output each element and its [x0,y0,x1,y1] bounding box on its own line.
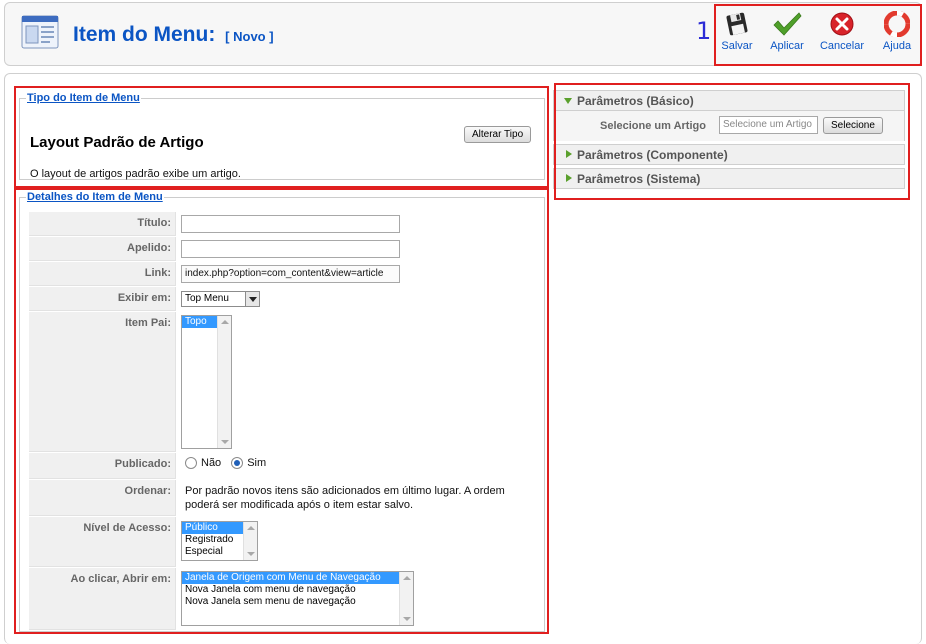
annotation-box-toolbar [714,4,922,66]
annotation-box-item-type [14,86,549,188]
page-title-text: Item do Menu: [73,23,216,46]
menu-page-icon [21,15,59,49]
annotation-box-item-details [14,188,549,634]
annotation-box-parameters [554,83,910,200]
page-subtitle: [ Novo ] [225,29,274,44]
page-title: Item do Menu: [ Novo ] [73,23,274,47]
callout-number-1: 1 [696,17,712,45]
